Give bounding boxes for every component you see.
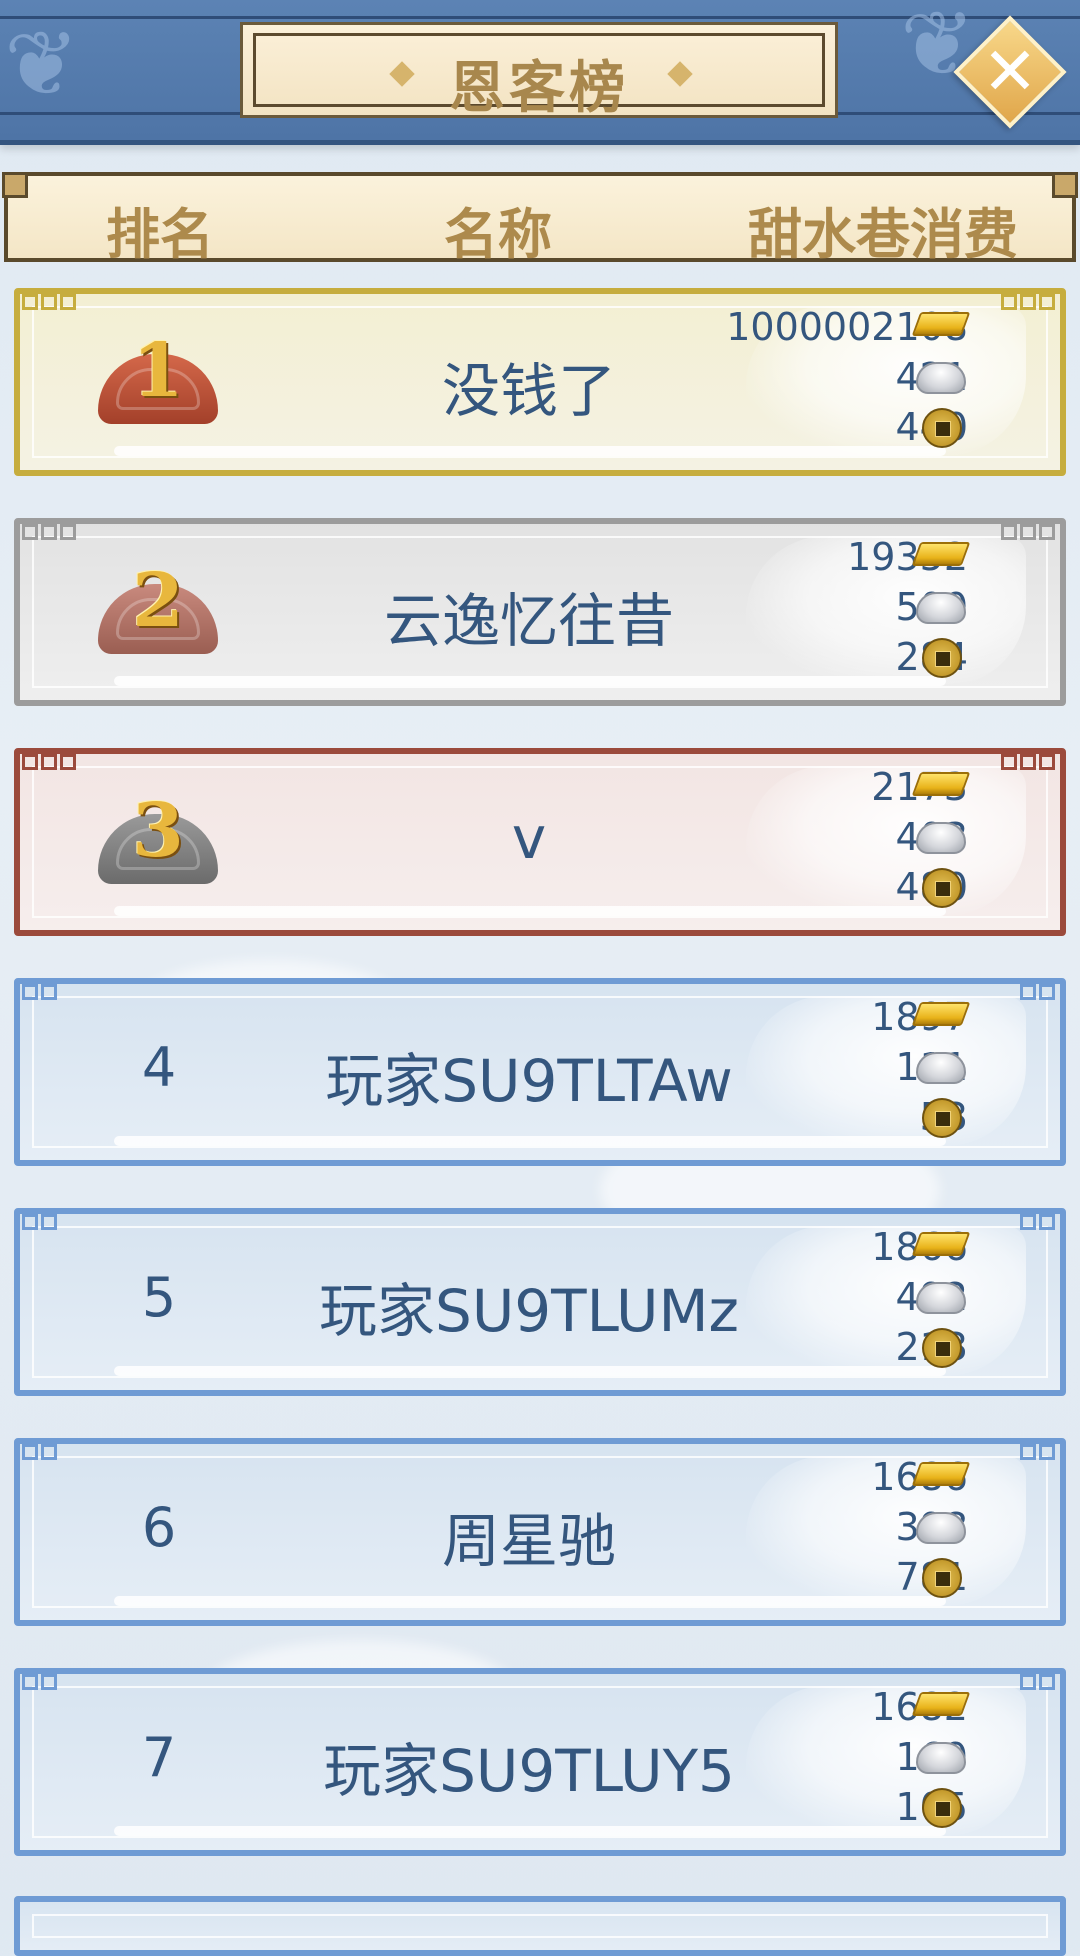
silver-ingot-icon (916, 362, 966, 394)
player-name: 玩家SU9TLUMz (319, 1277, 739, 1345)
close-icon[interactable]: ✕ (970, 32, 1050, 112)
column-header: 排名 名称 甜水巷消费 (2, 172, 1078, 266)
bamboo-decoration-icon: ❦ (4, 12, 80, 117)
column-header-name: 名称 (444, 203, 552, 266)
gold-ingot-icon (911, 542, 971, 566)
top-bar: ❦ ❦ 恩客榜 (0, 0, 1080, 145)
gold-ingot-icon (911, 772, 971, 796)
fret-corner-icon (22, 294, 122, 316)
rank-medal-second-icon: 2 (92, 558, 224, 664)
copper-coin-icon (922, 1328, 962, 1368)
silver-ingot-icon (916, 1742, 966, 1774)
silver-ingot-icon (916, 592, 966, 624)
column-header-consumption: 甜水巷消费 (748, 203, 1018, 266)
player-name: 没钱了 (441, 357, 616, 425)
player-name: 周星驰 (441, 1507, 616, 1575)
copper-coin-icon (922, 1788, 962, 1828)
fret-corner-icon (958, 524, 1058, 546)
player-name: v (511, 804, 547, 872)
player-name: 玩家SU9TLTAw (325, 1047, 733, 1115)
rank-medal-third-icon: 3 (92, 788, 224, 894)
row-frame (14, 1896, 1066, 1956)
copper-coin-icon (922, 1098, 962, 1138)
medal-rank-number: 1 (132, 328, 184, 414)
gold-ingot-icon (911, 312, 971, 336)
fret-corner-icon (958, 1444, 1058, 1466)
copper-coin-icon (922, 868, 962, 908)
rank-medal-first-icon: 1 (92, 328, 224, 434)
fret-corner-icon (958, 1674, 1058, 1696)
player-name: 玩家SU9TLUY5 (323, 1737, 735, 1805)
player-name: 云逸忆往昔 (383, 587, 674, 655)
fret-corner-icon (22, 754, 122, 776)
gold-ingot-icon (911, 1232, 971, 1256)
fret-corner-icon (958, 294, 1058, 316)
silver-ingot-icon (916, 1282, 966, 1314)
fret-corner-icon (22, 1674, 122, 1696)
fret-corner-icon (958, 1214, 1058, 1236)
silver-ingot-icon (916, 1052, 966, 1084)
leaderboard-row-partial[interactable] (14, 1896, 1066, 1956)
copper-coin-icon (922, 408, 962, 448)
leaderboard-row-3[interactable]: 3 v 2173 403 480 (14, 748, 1066, 936)
gold-ingot-icon (911, 1462, 971, 1486)
corner-ornament-icon (2, 172, 28, 198)
fret-corner-icon (958, 754, 1058, 776)
gold-ingot-icon (911, 1692, 971, 1716)
silver-ingot-icon (916, 822, 966, 854)
rank-number: 4 (141, 1036, 177, 1099)
fret-corner-icon (22, 524, 122, 546)
column-header-rank: 排名 (106, 203, 214, 266)
leaderboard-row-6[interactable]: 6 周星驰 1686 398 781 (14, 1438, 1066, 1626)
leaderboard-row-4[interactable]: 4 玩家SU9TLTAw 1897 111 53 (14, 978, 1066, 1166)
rank-number: 6 (141, 1496, 177, 1559)
medal-rank-number: 3 (132, 788, 184, 874)
title-plaque: 恩客榜 (240, 22, 838, 121)
leaderboard-row-7[interactable]: 7 玩家SU9TLUY5 1682 169 105 (14, 1668, 1066, 1856)
leaderboard-row-5[interactable]: 5 玩家SU9TLUMz 1866 492 213 (14, 1208, 1066, 1396)
leaderboard-row-2[interactable]: 2 云逸忆往昔 19352 500 284 (14, 518, 1066, 706)
copper-coin-icon (922, 638, 962, 678)
corner-ornament-icon (1052, 172, 1078, 198)
fret-corner-icon (22, 1214, 122, 1236)
leaderboard-row-1[interactable]: 1 没钱了 1000002108 421 440 (14, 288, 1066, 476)
medal-rank-number: 2 (132, 558, 184, 644)
gold-ingot-icon (911, 1002, 971, 1026)
copper-coin-icon (922, 1558, 962, 1598)
fret-corner-icon (22, 1444, 122, 1466)
page-title: 恩客榜 (449, 56, 629, 121)
silver-ingot-icon (916, 1512, 966, 1544)
fret-corner-icon (22, 984, 122, 1006)
rank-number: 5 (141, 1266, 177, 1329)
rank-number: 7 (141, 1726, 177, 1789)
fret-corner-icon (958, 984, 1058, 1006)
